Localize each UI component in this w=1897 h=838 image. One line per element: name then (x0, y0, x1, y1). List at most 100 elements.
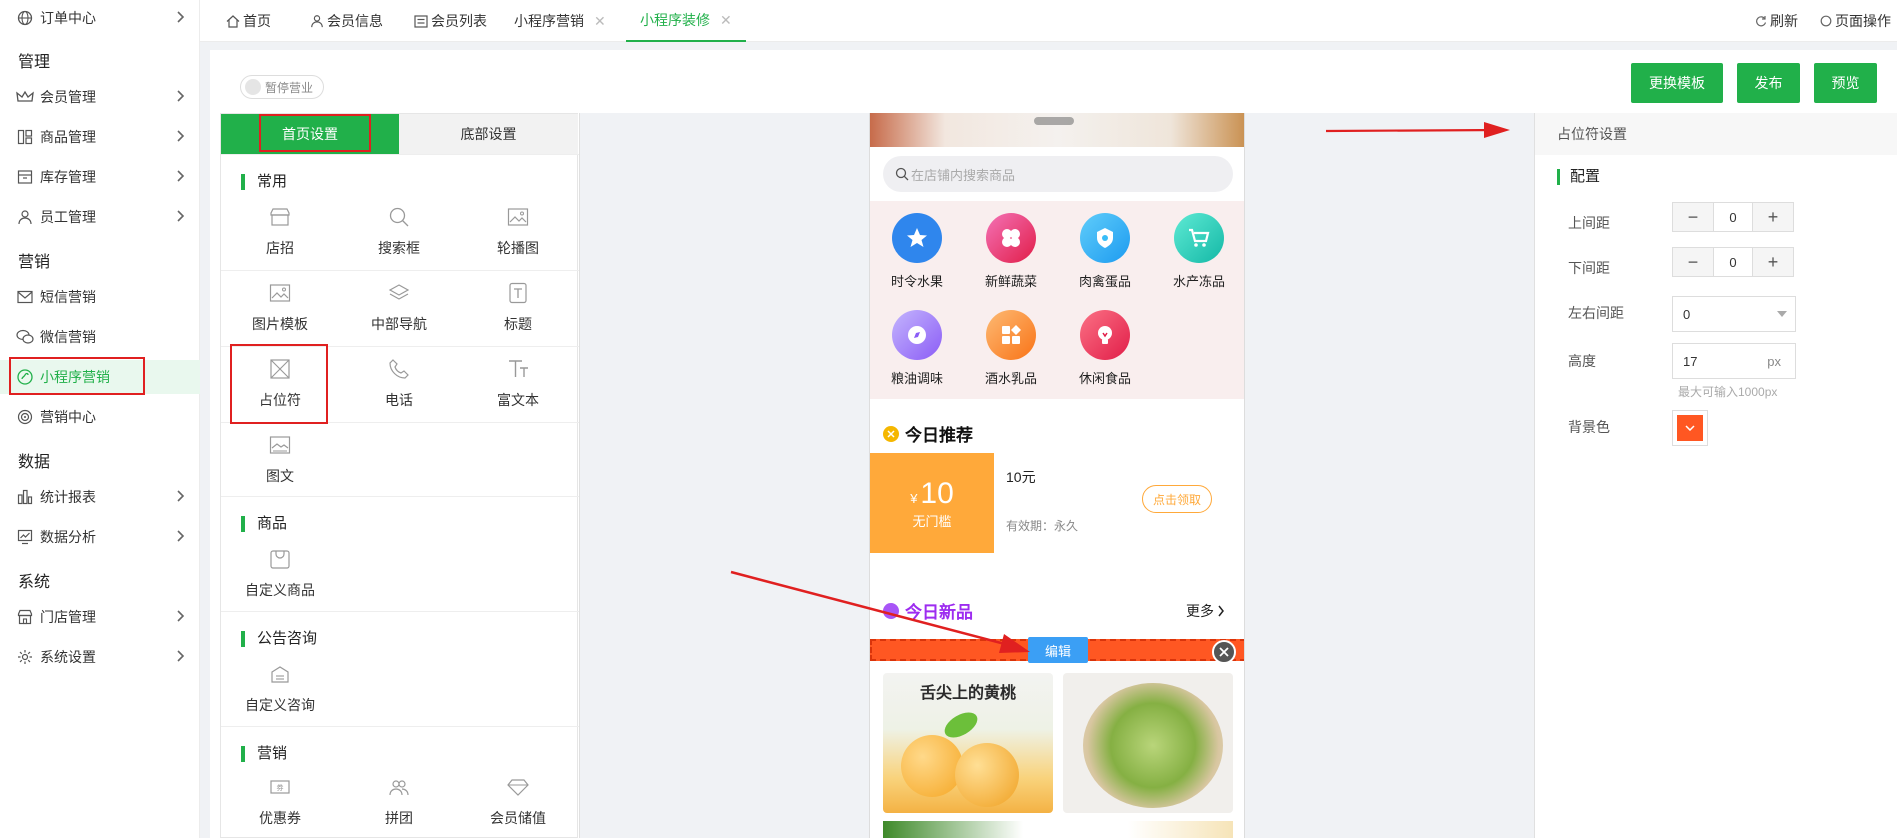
title-icon (505, 280, 531, 306)
close-icon[interactable]: ✕ (720, 12, 732, 29)
sidebar-group-title: 营销 (18, 254, 51, 271)
placeholder-icon (267, 356, 293, 382)
lr-margin-select[interactable]: 0 (1672, 296, 1796, 332)
widget-search-box[interactable]: 搜索框 (340, 196, 458, 266)
diamond-icon (505, 774, 531, 800)
chevron-right-icon (176, 609, 186, 623)
layers-icon (386, 280, 412, 306)
widget-image-template[interactable]: 图片模板 (221, 272, 339, 342)
section-title-announcements: 公告咨询 (241, 631, 317, 647)
refresh-icon (1755, 15, 1767, 27)
toggle-knob (245, 79, 261, 95)
section-title-config: 配置 (1557, 169, 1600, 185)
sidebar-item-reports[interactable]: 统计报表 (0, 480, 200, 514)
globe-icon (14, 7, 36, 29)
notice-icon (267, 661, 293, 687)
tab-miniprogram-marketing[interactable]: 小程序营销 ✕ (514, 0, 606, 42)
widget-coupon[interactable]: 券 优惠券 (221, 766, 339, 836)
wechat-icon (14, 326, 36, 348)
sidebar-item-label: 营销中心 (40, 409, 96, 425)
rich-text-icon (505, 356, 531, 382)
bg-color-picker[interactable] (1672, 410, 1708, 446)
image-text-icon (267, 432, 293, 458)
color-swatch (1677, 415, 1703, 441)
widget-panel: 首页设置 底部设置 常用 店招 搜索框 轮播图 图片模板 中部导航 标题 占位符… (220, 113, 579, 838)
widget-carousel[interactable]: 轮播图 (459, 196, 577, 266)
widget-middle-nav[interactable]: 中部导航 (340, 272, 458, 342)
height-input[interactable]: 17 px (1672, 343, 1796, 379)
tab-label: 小程序营销 (514, 13, 584, 29)
change-template-button[interactable]: 更换模板 (1631, 63, 1723, 103)
sidebar-item-wechat[interactable]: 微信营销 (0, 320, 200, 354)
page-ops-button[interactable]: 页面操作 (1820, 0, 1891, 42)
chevron-right-icon (176, 129, 186, 143)
tab-miniprogram-decoration[interactable]: 小程序装修 ✕ (626, 0, 746, 42)
bottom-margin-value[interactable]: 0 (1713, 248, 1753, 276)
chevron-right-icon (176, 529, 186, 543)
refresh-label: 刷新 (1770, 13, 1798, 29)
section-title-common: 常用 (241, 174, 287, 190)
increment-button[interactable]: + (1753, 203, 1793, 231)
sidebar-item-inventory[interactable]: 库存管理 (0, 160, 200, 194)
bar-chart-icon (14, 486, 36, 508)
sidebar-item-sms[interactable]: 短信营销 (0, 280, 200, 314)
sidebar-item-settings[interactable]: 系统设置 (0, 640, 200, 674)
chevron-right-icon (176, 489, 186, 503)
sidebar-item-products[interactable]: 商品管理 (0, 120, 200, 154)
tab-bottom-settings[interactable]: 底部设置 (399, 114, 578, 154)
close-icon[interactable]: ✕ (594, 13, 606, 30)
widget-rich-text[interactable]: 富文本 (459, 348, 577, 418)
preview-button[interactable]: 预览 (1814, 63, 1877, 103)
top-margin-value[interactable]: 0 (1713, 203, 1753, 231)
product-title: 舌尖上的黄桃 (919, 683, 1016, 702)
tab-home[interactable]: 首页 (226, 0, 271, 42)
sidebar-item-marketing-center[interactable]: 营销中心 (0, 400, 200, 434)
widget-label: 会员储值 (490, 810, 546, 826)
widget-member-stored-value[interactable]: 会员储值 (459, 766, 577, 836)
widget-label: 自定义商品 (245, 582, 315, 598)
chevron-right-icon (176, 209, 186, 223)
refresh-button[interactable]: 刷新 (1755, 0, 1798, 42)
widget-label: 标题 (504, 316, 532, 332)
product-image-peach[interactable]: 舌尖上的黄桃 (883, 673, 1053, 813)
shop-sign-icon (267, 204, 293, 230)
sidebar-item-order-center[interactable]: 订单中心 (0, 1, 200, 35)
sidebar-item-staff[interactable]: 员工管理 (0, 200, 200, 234)
tab-member-info[interactable]: 会员信息 (310, 0, 383, 42)
widget-label: 拼团 (385, 810, 413, 826)
sidebar-item-miniprogram[interactable]: 小程序营销 (0, 360, 200, 394)
widget-placeholder[interactable]: 占位符 (221, 348, 339, 418)
tab-home-settings[interactable]: 首页设置 (221, 114, 399, 154)
widget-group-buy[interactable]: 拼团 (340, 766, 458, 836)
tab-member-list[interactable]: 会员列表 (414, 0, 487, 42)
top-margin-stepper: − 0 + (1672, 202, 1794, 232)
product-image-grapes[interactable] (1063, 673, 1233, 813)
widget-phone[interactable]: 电话 (340, 348, 458, 418)
product-row-next (883, 821, 1233, 838)
tab-label: 首页 (243, 13, 271, 29)
grid-icon (14, 126, 36, 148)
decrement-button[interactable]: − (1673, 203, 1713, 231)
page-ops-label: 页面操作 (1835, 13, 1891, 29)
caret-down-icon (1777, 311, 1787, 317)
height-label: 高度 (1568, 353, 1596, 369)
publish-button[interactable]: 发布 (1737, 63, 1800, 103)
widget-label: 中部导航 (371, 316, 427, 332)
increment-button[interactable]: + (1753, 248, 1793, 276)
decrement-button[interactable]: − (1673, 248, 1713, 276)
widget-label: 电话 (385, 392, 413, 408)
sidebar-item-analysis[interactable]: 数据分析 (0, 520, 200, 554)
peach-shape (901, 735, 963, 797)
sidebar-item-stores[interactable]: 门店管理 (0, 600, 200, 634)
widget-image-text[interactable]: 图文 (221, 424, 339, 494)
user-icon (310, 14, 324, 28)
widget-custom-consult[interactable]: 自定义咨询 (221, 653, 339, 723)
widget-shop-sign[interactable]: 店招 (221, 196, 339, 266)
widget-custom-products[interactable]: 自定义商品 (221, 538, 339, 608)
pause-business-toggle[interactable]: 暂停营业 (240, 75, 325, 99)
sidebar-item-members[interactable]: 会员管理 (0, 80, 200, 114)
widget-title[interactable]: 标题 (459, 272, 577, 342)
bottom-margin-label: 下间距 (1568, 260, 1610, 276)
box-icon (14, 166, 36, 188)
chevron-right-icon (176, 169, 186, 183)
